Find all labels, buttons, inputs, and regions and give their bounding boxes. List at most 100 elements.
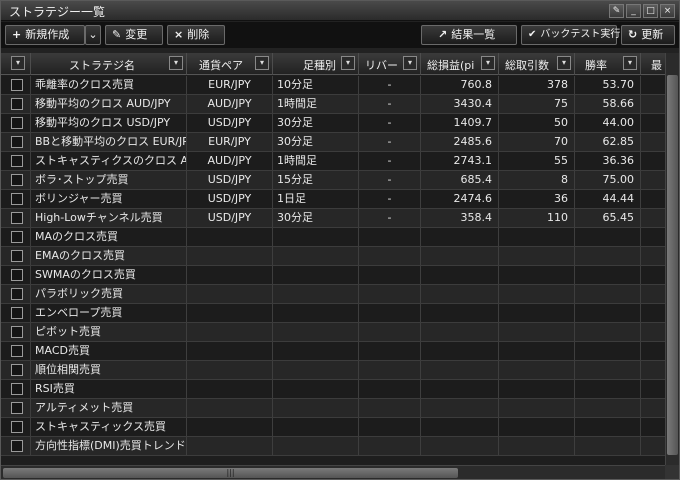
filter-winrate-icon[interactable]: ▾ [623, 56, 637, 70]
header-leverage[interactable]: リバー ▾ [359, 53, 421, 75]
refresh-button[interactable]: ↻ 更新 [621, 25, 675, 45]
table-row[interactable]: パラボリック売買 [1, 285, 665, 304]
backtest-button[interactable]: ✔ バックテスト実行 [521, 25, 620, 45]
maximize-icon[interactable]: □ [643, 4, 658, 18]
header-name[interactable]: ストラテジ名 ▾ [31, 53, 187, 75]
select-all-dropdown-icon[interactable]: ▾ [11, 56, 25, 70]
cell-max [641, 190, 665, 208]
table-row[interactable]: ピボット売買 [1, 323, 665, 342]
row-select-cell [1, 247, 31, 265]
filter-name-icon[interactable]: ▾ [169, 56, 183, 70]
filter-pair-icon[interactable]: ▾ [255, 56, 269, 70]
cell-max [641, 133, 665, 151]
edit-button[interactable]: ✎ 変更 [105, 25, 163, 45]
header-winrate[interactable]: 勝率 ▾ [575, 53, 641, 75]
filter-leverage-icon[interactable]: ▾ [403, 56, 417, 70]
delete-button[interactable]: × 削除 [167, 25, 225, 45]
cell-leverage [359, 399, 421, 417]
results-list-button[interactable]: ↗ 結果一覧 [421, 25, 517, 45]
cell-pair [187, 228, 273, 246]
row-checkbox[interactable] [11, 364, 23, 376]
table-row[interactable]: アルティメット売買 [1, 399, 665, 418]
row-checkbox[interactable] [11, 440, 23, 452]
table-row[interactable]: ストキャスティクスのクロス AUD/JPYAUD/JPY1時間足-2743.15… [1, 152, 665, 171]
table-row[interactable]: ボリンジャー売買 USD/JPY 1日足 -2474.6 36 44.44 [1, 190, 665, 209]
header-pair[interactable]: 通貨ペア ▾ [187, 53, 273, 75]
row-checkbox[interactable] [11, 269, 23, 281]
row-checkbox[interactable] [11, 193, 23, 205]
row-checkbox[interactable] [11, 288, 23, 300]
row-checkbox[interactable] [11, 155, 23, 167]
cell-max [641, 171, 665, 189]
header-profit[interactable]: 総損益(pi ▾ [421, 53, 499, 75]
minimize-icon[interactable]: _ [626, 4, 641, 18]
table-row[interactable]: MACD売買 [1, 342, 665, 361]
cell-profit: 2743.1 [421, 152, 499, 170]
table-row[interactable]: MAのクロス売買 [1, 228, 665, 247]
cell-leverage: - [359, 76, 421, 94]
wrench-icon[interactable]: ✎ [609, 4, 624, 18]
vertical-scrollbar[interactable] [665, 53, 679, 465]
cell-profit [421, 361, 499, 379]
filter-timeframe-icon[interactable]: ▾ [341, 56, 355, 70]
table-row[interactable]: SWMAのクロス売買 [1, 266, 665, 285]
table-row[interactable]: ストキャスティックス売買 [1, 418, 665, 437]
row-checkbox[interactable] [11, 383, 23, 395]
cell-leverage [359, 418, 421, 436]
row-checkbox[interactable] [11, 326, 23, 338]
table-row[interactable]: RSI売買 [1, 380, 665, 399]
table-row[interactable]: High-Lowチャンネル売買 USD/JPY 30分足 -358.4 110 65.45 [1, 209, 665, 228]
horizontal-scroll-thumb[interactable]: ||| [3, 468, 458, 478]
row-checkbox[interactable] [11, 212, 23, 224]
cell-leverage [359, 323, 421, 341]
table-row[interactable]: ボラ･ストップ売買 USD/JPY 15分足 -685.4 8 75.00 [1, 171, 665, 190]
cell-timeframe [273, 266, 359, 284]
table-row[interactable]: 移動平均のクロス USD/JPY USD/JPY 30分足 -1409.7 50 44.0… [1, 114, 665, 133]
filter-profit-icon[interactable]: ▾ [481, 56, 495, 70]
horizontal-scrollbar[interactable]: ||| [1, 465, 665, 479]
header-max[interactable]: 最 [641, 53, 665, 75]
close-icon[interactable]: × [660, 4, 675, 18]
table-row[interactable]: 方向性指標(DMI)売買トレンド系 [1, 437, 665, 456]
row-checkbox[interactable] [11, 79, 23, 91]
cell-pair [187, 361, 273, 379]
row-checkbox[interactable] [11, 250, 23, 262]
cell-timeframe [273, 285, 359, 303]
row-select-cell [1, 323, 31, 341]
row-checkbox[interactable] [11, 98, 23, 110]
vertical-scroll-thumb[interactable] [667, 75, 678, 455]
cell-trades: 378 [499, 76, 575, 94]
new-button[interactable]: + 新規作成 [5, 25, 85, 45]
row-checkbox[interactable] [11, 402, 23, 414]
table-row[interactable]: エンベロープ売買 [1, 304, 665, 323]
row-checkbox[interactable] [11, 117, 23, 129]
cell-trades [499, 285, 575, 303]
row-checkbox[interactable] [11, 174, 23, 186]
header-timeframe[interactable]: 足種別 ▾ [273, 53, 359, 75]
cell-leverage [359, 304, 421, 322]
table-row[interactable]: 移動平均のクロス AUD/JPY AUD/JPY 1時間足 -3430.4 75 58.6… [1, 95, 665, 114]
row-checkbox[interactable] [11, 231, 23, 243]
row-checkbox[interactable] [11, 136, 23, 148]
title-bar[interactable]: ストラテジー一覧 ✎ _ □ × [1, 1, 679, 21]
filter-trades-icon[interactable]: ▾ [557, 56, 571, 70]
cell-timeframe: 15分足 [273, 171, 359, 189]
row-checkbox[interactable] [11, 307, 23, 319]
header-trades[interactable]: 総取引数 ▾ [499, 53, 575, 75]
cell-pair: AUD/JPY [187, 95, 273, 113]
table-row[interactable]: 乖離率のクロス売買 EUR/JPY 10分足 -760.8 378 53.70 [1, 76, 665, 95]
header-select[interactable]: ▾ [1, 53, 31, 75]
row-checkbox[interactable] [11, 421, 23, 433]
cell-winrate: 65.45 [575, 209, 641, 227]
header-max-label: 最 [651, 59, 662, 72]
header-name-label: ストラテジ名 [69, 59, 135, 72]
chevron-down-icon: ⌄ [88, 28, 98, 41]
table-row[interactable]: EMAのクロス売買 [1, 247, 665, 266]
cell-name: MAのクロス売買 [31, 228, 187, 246]
cell-profit: 1409.7 [421, 114, 499, 132]
table-row[interactable]: BBと移動平均のクロス EUR/JPY EUR/JPY 30分足 -2485.6 70 6… [1, 133, 665, 152]
table-row[interactable]: 順位相関売買 [1, 361, 665, 380]
new-dropdown-button[interactable]: ⌄ [85, 25, 101, 45]
cell-timeframe: 1時間足 [273, 95, 359, 113]
row-checkbox[interactable] [11, 345, 23, 357]
